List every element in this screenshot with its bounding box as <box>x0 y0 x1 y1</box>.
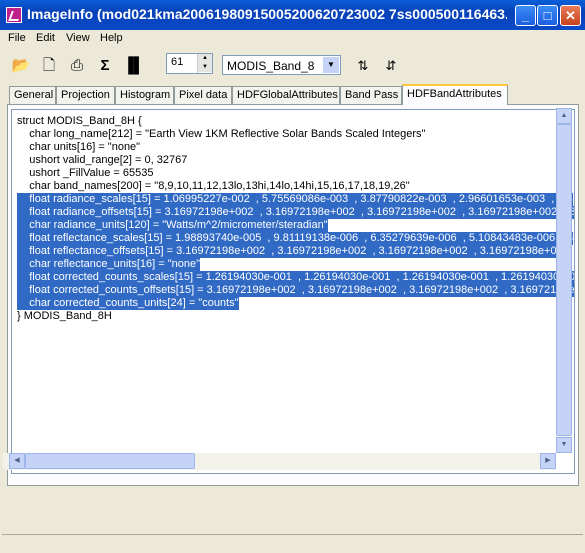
band-select-value: MODIS_Band_8 <box>227 59 315 73</box>
tab-panel: struct MODIS_Band_8H { char long_name[21… <box>7 104 579 486</box>
horizontal-scroll-thumb[interactable] <box>25 453 195 469</box>
selected-text-line: float radiance_offsets[15] = 3.16972198e… <box>17 206 575 219</box>
selected-text-line: char corrected_counts_units[24] = "count… <box>17 297 239 310</box>
folder-open-icon[interactable]: 📂 <box>11 56 31 76</box>
selected-text-line: float reflectance_scales[15] = 1.9889374… <box>17 232 574 245</box>
print-icon[interactable]: ⎙ <box>67 56 87 76</box>
sort-down-icon[interactable]: ⇵ <box>381 56 401 76</box>
tab-projection[interactable]: Projection <box>56 86 115 104</box>
band-number-spinner[interactable]: 61 ▲ ▼ <box>166 53 213 74</box>
spin-up-button[interactable]: ▲ <box>198 54 212 63</box>
band-select[interactable]: MODIS_Band_8 ▼ <box>222 55 341 75</box>
histogram-icon[interactable]: ▐▌ <box>123 56 144 76</box>
text-line: ushort valid_range[2] = 0, 32767 <box>17 154 188 166</box>
text-line: char long_name[212] = "Earth View 1KM Re… <box>17 128 426 140</box>
vertical-scrollbar[interactable]: ▲ ▼ <box>556 108 572 453</box>
app-icon <box>6 7 22 23</box>
tab-histogram[interactable]: Histogram <box>115 86 174 104</box>
scroll-right-arrow[interactable]: ▶ <box>540 453 556 469</box>
scroll-up-arrow[interactable]: ▲ <box>556 108 572 124</box>
sort-up-icon[interactable]: ⇅ <box>353 56 373 76</box>
tab-pixel-data[interactable]: Pixel data <box>174 86 232 104</box>
text-line: char units[16] = "none" <box>17 141 141 153</box>
chevron-down-icon[interactable]: ▼ <box>323 57 339 73</box>
tab-hdf-band-attributes[interactable]: HDFBandAttributes <box>402 84 508 105</box>
menu-bar: File Edit View Help <box>0 30 585 48</box>
scroll-left-arrow[interactable]: ◀ <box>9 453 25 469</box>
tab-band-pass[interactable]: Band Pass <box>340 86 402 104</box>
tab-hdf-global-attributes[interactable]: HDFGlobalAttributes <box>232 86 340 104</box>
status-bar <box>2 534 583 551</box>
spin-down-button[interactable]: ▼ <box>198 63 212 72</box>
close-button[interactable]: ✕ <box>560 5 581 26</box>
selected-text-line: float corrected_counts_offsets[15] = 3.1… <box>17 284 575 297</box>
selected-text-line: float corrected_counts_scales[15] = 1.26… <box>17 271 575 284</box>
menu-file[interactable]: File <box>8 32 26 44</box>
sigma-icon[interactable]: Σ <box>95 56 115 76</box>
menu-view[interactable]: View <box>66 32 90 44</box>
text-line: ushort _FillValue = 65535 <box>17 167 154 179</box>
text-line: struct MODIS_Band_8H { <box>17 115 142 127</box>
text-line: } MODIS_Band_8H <box>17 310 112 322</box>
scroll-down-arrow[interactable]: ▼ <box>556 437 572 453</box>
selected-text-line: float reflectance_offsets[15] = 3.169721… <box>17 245 569 258</box>
attributes-text-area[interactable]: struct MODIS_Band_8H { char long_name[21… <box>11 109 575 474</box>
selected-text-line: char radiance_units[120] = "Watts/m^2/mi… <box>17 219 328 232</box>
horizontal-scrollbar[interactable]: ◀ ▶ <box>3 453 556 470</box>
tab-strip: General Projection Histogram Pixel data … <box>0 84 585 105</box>
title-bar[interactable]: ImageInfo (mod021kma20061980915005200620… <box>0 0 585 30</box>
band-number-value[interactable]: 61 <box>171 56 183 68</box>
tab-general[interactable]: General <box>9 86 56 104</box>
maximize-button[interactable]: □ <box>537 5 558 26</box>
text-line: char band_names[200] = "8,9,10,11,12,13l… <box>17 180 410 192</box>
selected-text-line: float radiance_scales[15] = 1.06995227e-… <box>17 193 573 206</box>
new-file-icon[interactable]: 🗋 <box>39 56 59 76</box>
menu-help[interactable]: Help <box>100 32 123 44</box>
menu-edit[interactable]: Edit <box>36 32 55 44</box>
selected-text-line: char reflectance_units[16] = "none" <box>17 258 201 271</box>
window-title: ImageInfo (mod021kma20061980915005200620… <box>27 6 507 22</box>
minimize-button[interactable]: _ <box>515 5 536 26</box>
vertical-scroll-thumb[interactable] <box>556 124 572 436</box>
